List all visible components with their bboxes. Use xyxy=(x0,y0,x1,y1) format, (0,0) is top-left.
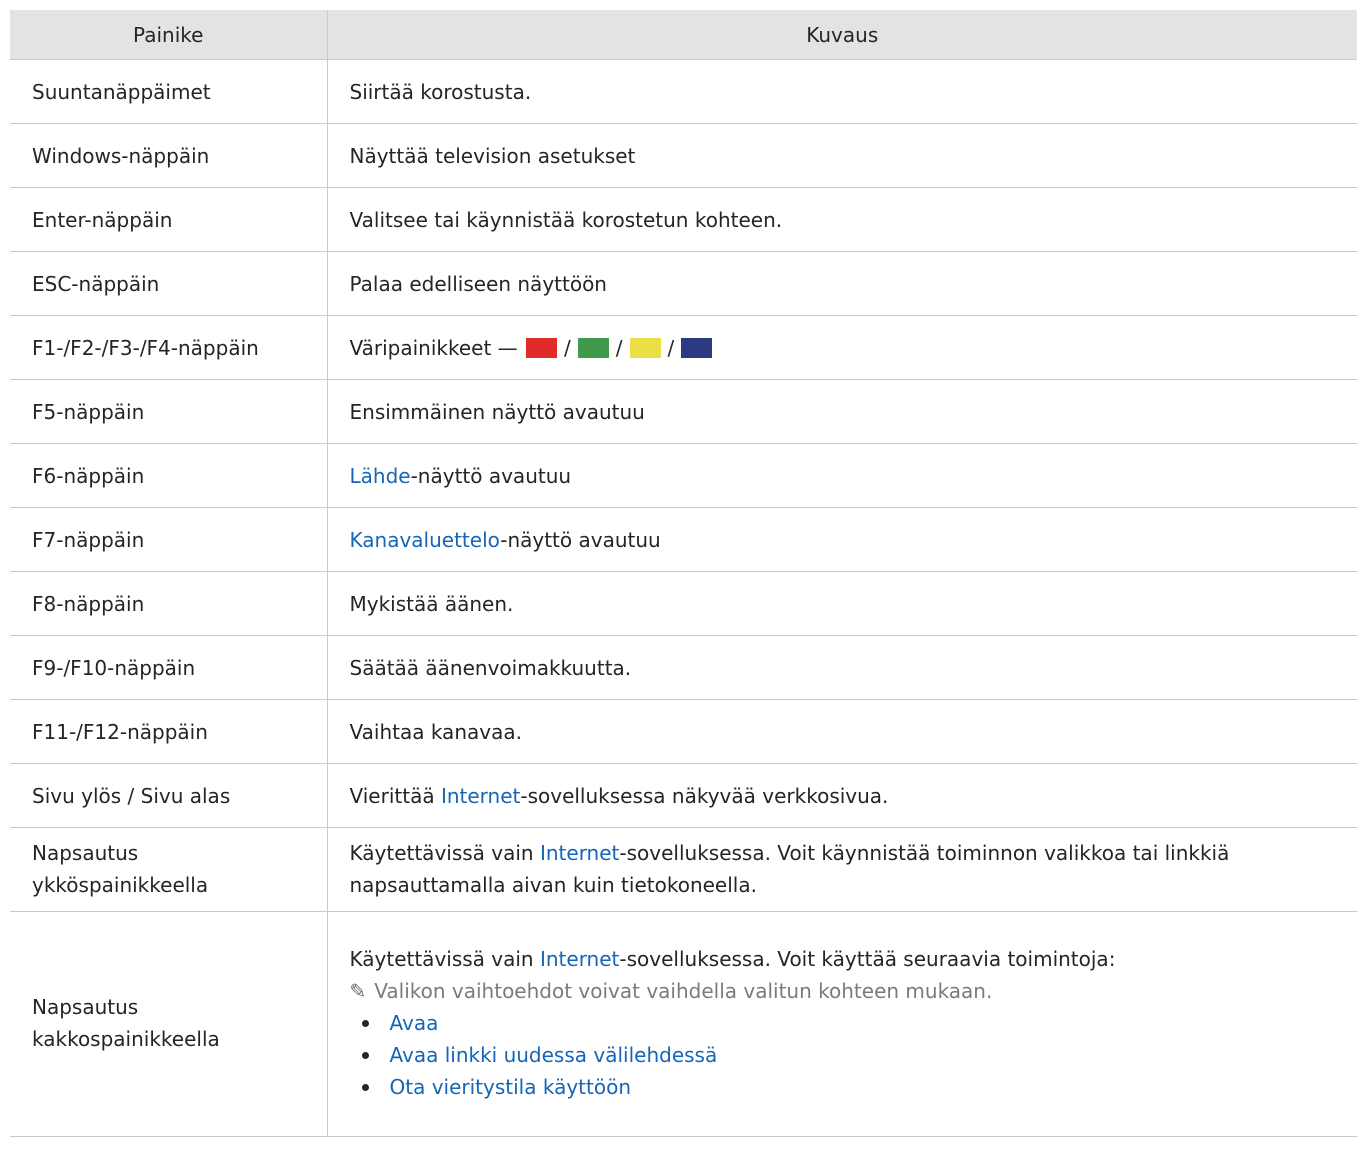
key-cell: F5-näppäin xyxy=(10,379,328,444)
pencil-icon: ✎ xyxy=(349,979,367,1003)
description-cell: Käytettävissä vain Internet-sovelluksess… xyxy=(326,827,1357,912)
table-row: F7-näppäin Kanavaluettelo-näyttö avautuu xyxy=(10,507,1357,572)
description-cell: Väripainikkeet — / / / xyxy=(326,315,1357,380)
table-row: Suuntanäppäimet Siirtää korostusta. xyxy=(10,59,1357,124)
table-row: ESC-näppäin Palaa edelliseen näyttöön xyxy=(10,251,1357,316)
table-row: F8-näppäin Mykistää äänen. xyxy=(10,571,1357,636)
bullet-icon xyxy=(361,1052,369,1059)
column-header-painike: Painike xyxy=(10,10,328,60)
description-cell: Näyttää television asetukset xyxy=(326,123,1357,188)
description-cell: Mykistää äänen. xyxy=(326,571,1357,636)
description-cell: Kanavaluettelo-näyttö avautuu xyxy=(326,507,1357,572)
table-row: Napsautus kakkospainikkeella Käytettävis… xyxy=(10,911,1357,1137)
red-button-swatch xyxy=(526,337,558,358)
table-row: F6-näppäin Lähde-näyttö avautuu xyxy=(10,443,1357,508)
blue-button-swatch xyxy=(681,337,713,358)
description-cell: Valitsee tai käynnistää korostetun kohte… xyxy=(326,187,1357,252)
option-avaa-link[interactable]: Avaa xyxy=(390,1011,439,1035)
note: ✎ Valikon vaihtoehdot voivat vaihdella va… xyxy=(350,975,1357,1007)
option-open-in-new-tab-link[interactable]: Avaa linkki uudessa välilehdessä xyxy=(390,1043,718,1067)
option-scroll-mode-link[interactable]: Ota vieritystila käyttöön xyxy=(390,1075,632,1099)
table-row: Sivu ylös / Sivu alas Vierittää Internet… xyxy=(10,763,1357,828)
list-item: Ota vieritystila käyttöön xyxy=(350,1071,1357,1103)
key-cell: Windows-näppäin xyxy=(10,123,328,188)
key-cell: F8-näppäin xyxy=(10,571,328,636)
table-row: F5-näppäin Ensimmäinen näyttö avautuu xyxy=(10,379,1357,444)
option-list: Avaa Avaa linkki uudessa välilehdessä Ot… xyxy=(350,1007,1357,1103)
description-text: Käytettävissä vain xyxy=(349,947,540,971)
separator: / xyxy=(667,335,675,360)
key-cell: F7-näppäin xyxy=(10,507,328,572)
key-cell: Sivu ylös / Sivu alas xyxy=(10,763,328,828)
key-function-table: Painike Kuvaus Suuntanäppäimet Siirtää k… xyxy=(10,10,1357,1137)
column-header-kuvaus: Kuvaus xyxy=(326,10,1357,60)
description-text: -sovelluksessa. Voit käyttää seuraavia t… xyxy=(619,947,1116,971)
description-text: Käytettävissä vain xyxy=(349,840,540,865)
key-cell: Napsautus ykköspainikkeella xyxy=(10,827,328,912)
description-text: -sovelluksessa näkyvää verkkosivua. xyxy=(520,783,889,808)
table-header-row: Painike Kuvaus xyxy=(10,10,1357,60)
key-line: Napsautus xyxy=(32,995,139,1019)
description-cell: Ensimmäinen näyttö avautuu xyxy=(326,379,1357,444)
table-row: Enter-näppäin Valitsee tai käynnistää ko… xyxy=(10,187,1357,252)
table-row: F1-/F2-/F3-/F4-näppäin Väripainikkeet — … xyxy=(10,315,1357,380)
separator: / xyxy=(564,335,571,360)
key-line: kakkospainikkeella xyxy=(32,1027,220,1051)
list-item: Avaa linkki uudessa välilehdessä xyxy=(350,1039,1357,1071)
description-text: -sovelluksessa. Voit käynnistää toiminno… xyxy=(619,840,1230,865)
description-text: -näyttö avautuu xyxy=(410,463,572,488)
key-line: Napsautus xyxy=(32,840,139,865)
description-text: Vierittää xyxy=(349,783,441,808)
description-cell: Lähde-näyttö avautuu xyxy=(326,443,1357,508)
description-cell: Säätää äänenvoimakkuutta. xyxy=(326,635,1357,700)
table-row: F11-/F12-näppäin Vaihtaa kanavaa. xyxy=(10,699,1357,764)
table-row: F9-/F10-näppäin Säätää äänenvoimakkuutta… xyxy=(10,635,1357,700)
internet-app-link[interactable]: Internet xyxy=(540,841,619,865)
key-cell: F9-/F10-näppäin xyxy=(10,635,328,700)
list-item: Avaa xyxy=(350,1007,1357,1039)
table-row: Windows-näppäin Näyttää television asetu… xyxy=(10,123,1357,188)
key-cell: Enter-näppäin xyxy=(10,187,328,252)
key-cell: Suuntanäppäimet xyxy=(10,59,328,124)
bullet-icon xyxy=(361,1084,369,1091)
table-row: Napsautus ykköspainikkeella Käytettäviss… xyxy=(10,827,1357,912)
key-cell: F6-näppäin xyxy=(10,443,328,508)
source-menu-link[interactable]: Lähde xyxy=(350,464,411,488)
yellow-button-swatch xyxy=(629,337,661,358)
note-text: Valikon vaihtoehdot voivat vaihdella val… xyxy=(374,979,993,1003)
green-button-swatch xyxy=(577,337,609,358)
description-cell: Vaihtaa kanavaa. xyxy=(326,699,1357,764)
key-cell: ESC-näppäin xyxy=(10,251,328,316)
key-cell: F1-/F2-/F3-/F4-näppäin xyxy=(10,315,328,380)
description-cell: Käytettävissä vain Internet-sovelluksess… xyxy=(326,911,1357,1137)
bullet-icon xyxy=(361,1020,369,1027)
description-cell: Vierittää Internet-sovelluksessa näkyvää… xyxy=(326,763,1357,828)
description-cell: Palaa edelliseen näyttöön xyxy=(326,251,1357,316)
internet-app-link[interactable]: Internet xyxy=(441,784,520,808)
internet-app-link[interactable]: Internet xyxy=(540,947,619,971)
key-cell: F11-/F12-näppäin xyxy=(10,699,328,764)
key-cell: Napsautus kakkospainikkeella xyxy=(10,911,328,1137)
key-line: ykköspainikkeella xyxy=(32,872,209,897)
separator: / xyxy=(615,335,623,360)
description-text: napsauttamalla aivan kuin tietokoneella. xyxy=(349,872,757,897)
description-text: Väripainikkeet — xyxy=(349,335,518,360)
description-cell: Siirtää korostusta. xyxy=(326,59,1357,124)
description-text: -näyttö avautuu xyxy=(500,527,661,552)
channel-list-link[interactable]: Kanavaluettelo xyxy=(350,528,501,552)
